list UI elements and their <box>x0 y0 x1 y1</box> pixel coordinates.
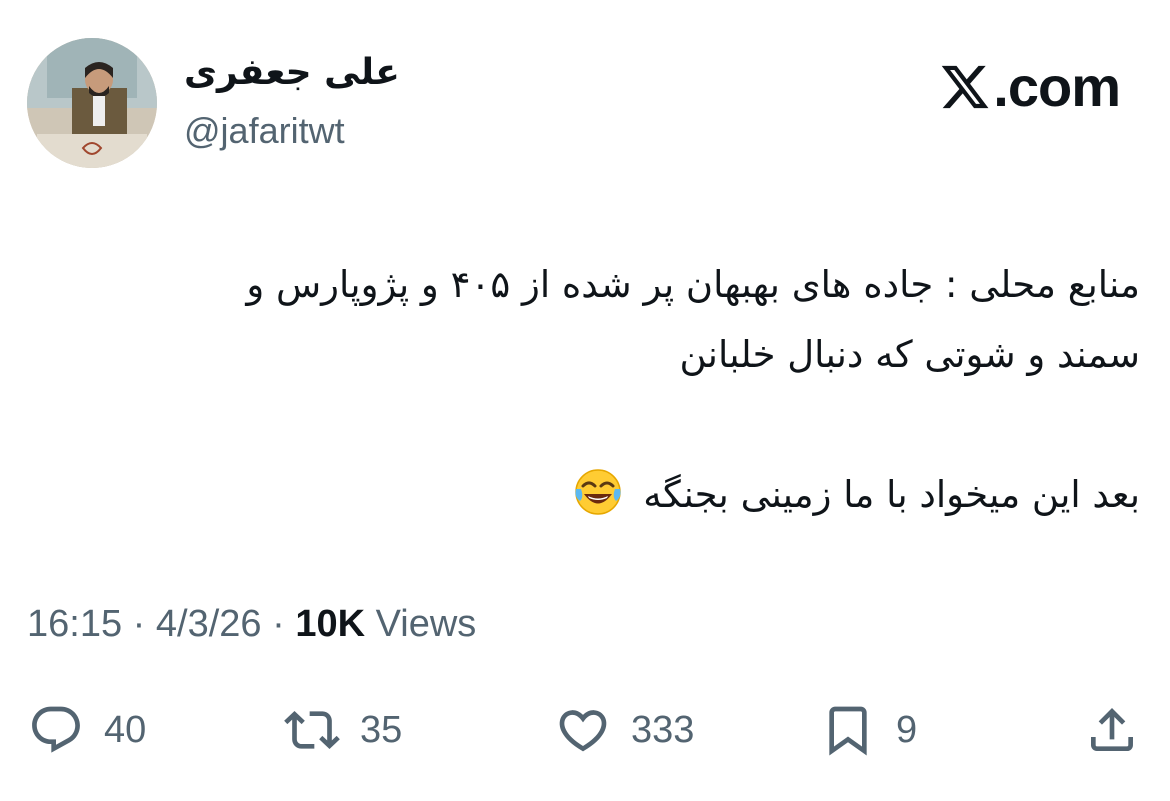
repost-button[interactable]: 35 <box>284 690 402 770</box>
avatar[interactable] <box>27 38 157 168</box>
reply-count: 40 <box>104 708 147 751</box>
share-icon <box>1091 708 1133 751</box>
repost-icon <box>284 711 340 749</box>
share-button[interactable] <box>1084 690 1140 770</box>
tweet-line-text: بعد این میخواد با ما زمینی بجنگه <box>643 473 1140 516</box>
like-button[interactable]: 333 <box>555 690 694 770</box>
face-with-tears-of-joy-icon <box>575 469 622 515</box>
brand-domain-text: .com <box>993 55 1121 118</box>
tweet-meta: 16:15 · 4/3/26 · 10K Views <box>27 603 476 646</box>
display-name[interactable]: علی جعفری <box>184 52 400 93</box>
heart-icon <box>559 710 607 752</box>
brand-watermark: .com <box>939 52 1121 122</box>
user-handle[interactable]: @jafaritwt <box>184 110 345 152</box>
tweet-text: منابع محلی : جاده های بهبهان پر شده از ۴… <box>30 250 1140 530</box>
views-label: Views <box>375 603 477 645</box>
tweet-line: سمند و شوتی که دنبال خلبانن <box>679 333 1140 376</box>
repost-count: 35 <box>360 708 403 751</box>
tweet-line: منابع محلی : جاده های بهبهان پر شده از ۴… <box>246 263 1140 306</box>
meta-separator: · <box>272 603 285 645</box>
meta-separator: · <box>132 603 146 645</box>
reply-button[interactable]: 40 <box>28 690 146 770</box>
bookmark-button[interactable]: 9 <box>820 690 917 770</box>
tweet-time[interactable]: 16:15 <box>27 603 122 645</box>
x-logo-icon <box>942 65 989 109</box>
tweet-date[interactable]: 4/3/26 <box>156 603 262 645</box>
bookmark-icon <box>829 706 867 756</box>
action-bar: 40 35 333 9 <box>0 690 1170 770</box>
reply-icon <box>32 706 80 753</box>
bookmark-count: 9 <box>896 708 918 751</box>
like-count: 333 <box>631 708 695 751</box>
views-count: 10K <box>295 603 366 645</box>
tweet-line: بعد این میخواد با ما زمینی بجنگه <box>30 460 1140 530</box>
